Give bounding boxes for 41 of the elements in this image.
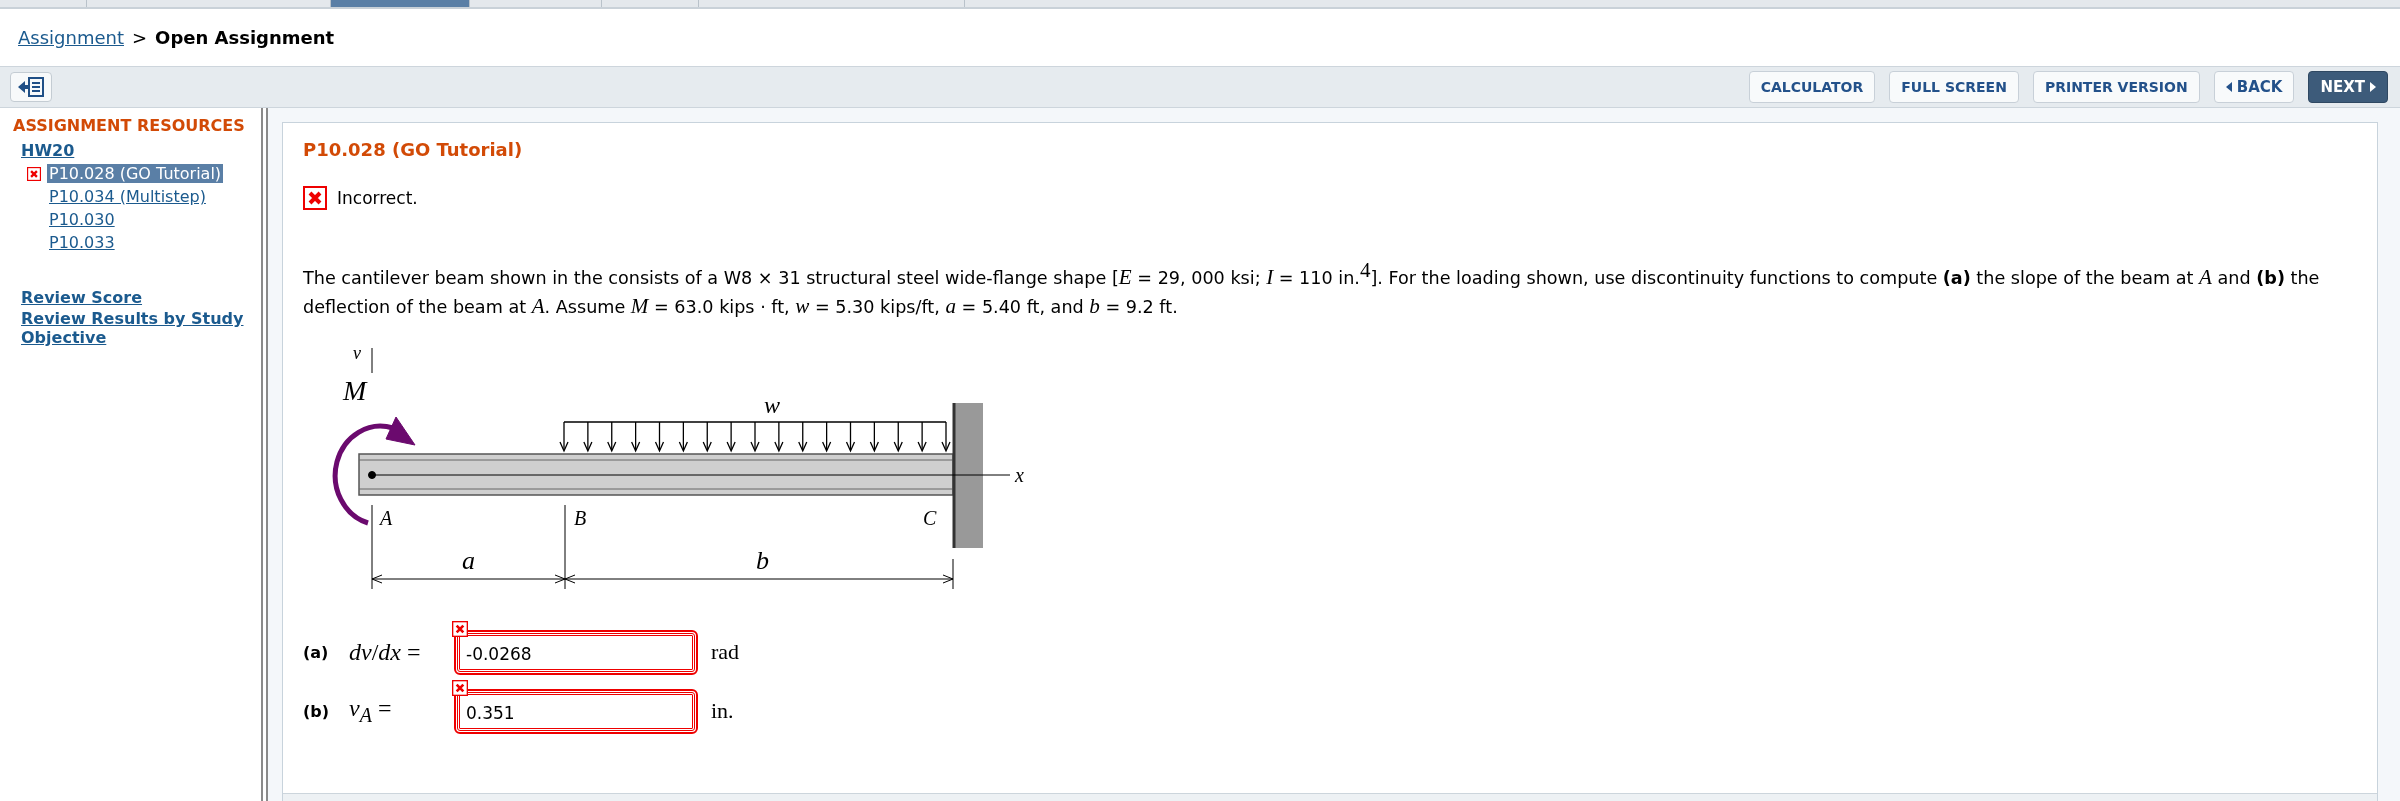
- question-title: P10.028 (GO Tutorial): [303, 139, 524, 160]
- toolbar-button[interactable]: FULL SCREEN: [1889, 71, 2019, 103]
- feedback-text: Incorrect.: [337, 188, 418, 208]
- quantity-label: dv/dx =: [349, 638, 422, 666]
- load-label: w: [764, 391, 780, 418]
- axis-label: v: [353, 342, 361, 363]
- sidebar-link[interactable]: Review Results by Study Objective: [21, 309, 261, 347]
- next-button[interactable]: NEXT: [2308, 71, 2388, 103]
- question-link[interactable]: P10.028 (GO Tutorial): [47, 164, 224, 183]
- point-label: C: [923, 506, 937, 529]
- dimension-label: a: [462, 545, 475, 575]
- part-label: (b): [303, 701, 331, 721]
- sidebar-title: ASSIGNMENT RESOURCES: [13, 116, 246, 135]
- back-button[interactable]: BACK: [2213, 71, 2295, 103]
- toolbar-button[interactable]: PRINTER VERSION: [2032, 71, 2200, 103]
- quantity-label: v$_{A}$ =: [349, 695, 393, 728]
- collapse-sidebar-button[interactable]: [10, 72, 52, 102]
- answer-field[interactable]: 0.351: [457, 691, 695, 731]
- v-axis: [371, 347, 373, 374]
- axis-label: x: [1015, 463, 1024, 486]
- toolbar-button[interactable]: CALCULATOR: [1748, 71, 1876, 103]
- breadcrumb-current: Open Assignment: [155, 27, 335, 48]
- dimension-label: b: [756, 545, 769, 575]
- question-link[interactable]: P10.034 (Multistep): [47, 187, 208, 206]
- breadcrumb-link[interactable]: Assignment: [18, 27, 124, 48]
- caret-icon: [2225, 82, 2232, 92]
- moment-label: M: [343, 374, 367, 406]
- unit-label: in.: [711, 698, 734, 725]
- top-tab[interactable]: [331, 0, 470, 7]
- answer-field[interactable]: -0.0268: [457, 632, 695, 672]
- unit-label: rad: [711, 639, 740, 666]
- question-link[interactable]: P10.030: [47, 210, 117, 229]
- breadcrumb-separator: >: [132, 27, 148, 48]
- point-label: A: [380, 506, 393, 529]
- question-link[interactable]: P10.033: [47, 233, 117, 252]
- collapse-sidebar-icon: [17, 77, 45, 97]
- point-label: B: [574, 506, 587, 529]
- sidebar-link[interactable]: Review Score: [21, 288, 261, 307]
- homework-link[interactable]: HW20: [21, 141, 75, 160]
- part-label: (a): [303, 642, 330, 662]
- caret-icon: [2370, 82, 2376, 92]
